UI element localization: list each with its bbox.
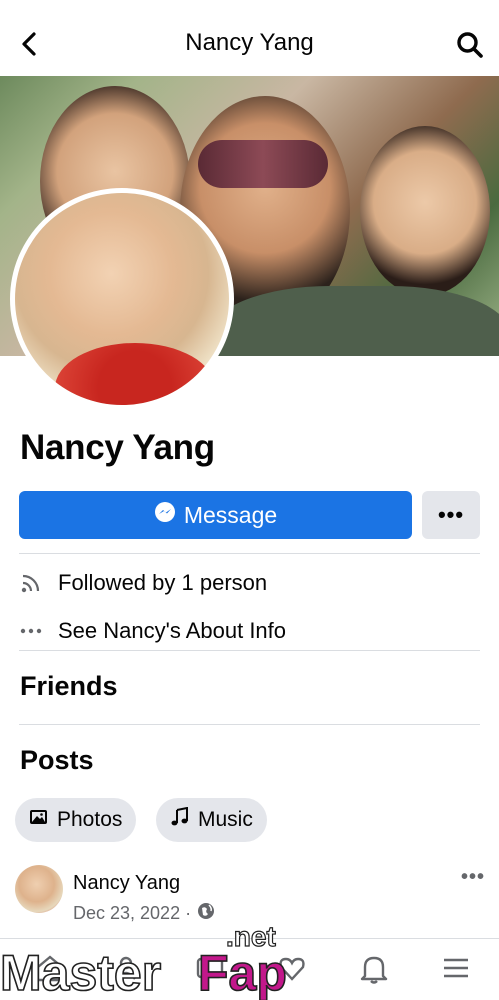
- about-info-row[interactable]: See Nancy's About Info: [19, 618, 286, 644]
- followed-by-row[interactable]: Followed by 1 person: [19, 570, 267, 596]
- post-more-button[interactable]: •••: [461, 866, 485, 889]
- photos-label: Photos: [57, 808, 123, 831]
- cover-sweater: [210, 286, 499, 356]
- nav-home-icon[interactable]: [30, 953, 70, 993]
- message-label: Message: [183, 501, 278, 528]
- profile-avatar[interactable]: [10, 188, 234, 410]
- post-author-name[interactable]: Nancy Yang: [73, 872, 180, 895]
- music-label: Music: [198, 808, 253, 831]
- avatar-dress: [55, 343, 215, 405]
- nav-watch-icon[interactable]: [190, 953, 230, 993]
- messenger-icon: [154, 501, 176, 529]
- ellipsis-icon: [19, 619, 43, 643]
- followed-by-text: Followed by 1 person: [58, 570, 268, 595]
- divider: [19, 553, 480, 554]
- divider: [19, 650, 480, 651]
- post-author-avatar[interactable]: [15, 865, 63, 913]
- rss-icon: [19, 571, 43, 595]
- divider: [19, 724, 480, 725]
- nav-dating-icon[interactable]: [272, 953, 312, 993]
- nav-friends-icon[interactable]: [110, 953, 150, 993]
- photos-icon: [29, 807, 49, 833]
- nav-menu-hamburger-icon[interactable]: [436, 953, 476, 993]
- page-title: Nancy Yang: [185, 29, 314, 56]
- post-date-row: Dec 23, 2022 ·: [73, 902, 215, 925]
- music-note-icon: [170, 806, 190, 833]
- photos-chip[interactable]: Photos: [15, 798, 137, 842]
- top-bar: Nancy Yang: [0, 0, 499, 76]
- profile-name: Nancy Yang: [20, 428, 215, 467]
- bottom-nav: [0, 938, 499, 1000]
- music-chip[interactable]: Music: [156, 798, 267, 842]
- cover-person-right: [360, 126, 490, 296]
- globe-icon: [197, 902, 215, 925]
- search-icon[interactable]: [455, 30, 485, 60]
- cover-sunglasses: [198, 140, 328, 188]
- about-info-link: See Nancy's About Info: [58, 618, 287, 643]
- message-button[interactable]: Message: [19, 491, 412, 539]
- profile-more-button[interactable]: •••: [422, 491, 480, 539]
- nav-notifications-bell-icon[interactable]: [354, 953, 394, 993]
- friends-section-title[interactable]: Friends: [20, 671, 118, 702]
- post-date: Dec 23, 2022 ·: [73, 903, 192, 923]
- posts-section-title: Posts: [20, 745, 94, 775]
